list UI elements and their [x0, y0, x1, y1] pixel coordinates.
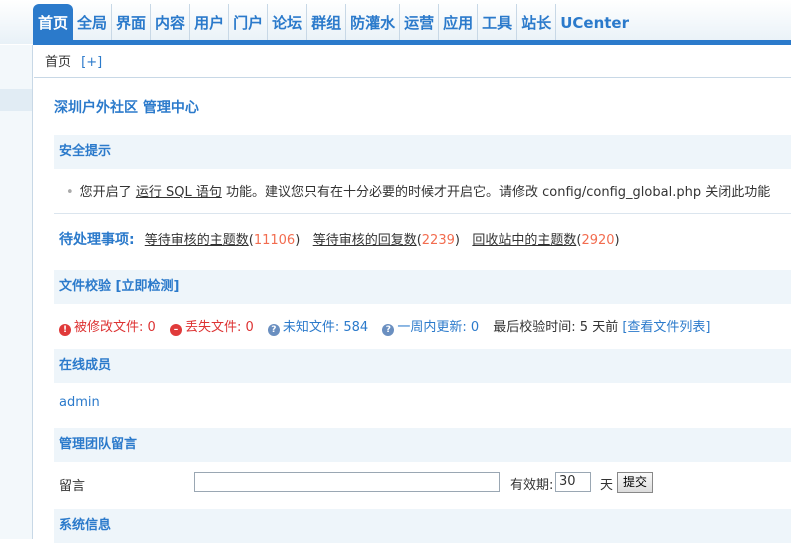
unknown-files[interactable]: ?未知文件: 584: [268, 320, 368, 335]
security-title: 安全提示: [59, 144, 111, 159]
nav-operation[interactable]: 运营: [400, 4, 439, 40]
nav-ucenter[interactable]: UCenter: [556, 4, 633, 40]
missing-files[interactable]: –丢失文件: 0: [170, 320, 254, 335]
todo-row: 待处理事项: 等待审核的主题数(11106) 等待审核的回复数(2239) 回收…: [54, 229, 791, 249]
system-info-section-header: 系统信息: [54, 509, 791, 543]
add-shortcut-button[interactable]: [+]: [81, 55, 102, 70]
security-tip: • 您开启了 运行 SQL 语句 功能。建议您只有在十分必要的时候才开启它。请修改…: [54, 181, 791, 200]
week-updated-files[interactable]: ?一周内更新: 0: [382, 320, 479, 335]
online-section-header: 在线成员: [54, 349, 791, 383]
team-message-section-header: 管理团队留言: [54, 428, 791, 462]
nav-home[interactable]: 首页: [33, 4, 73, 40]
filecheck-section-header: 文件校验 [立即检测]: [54, 270, 791, 304]
submit-button[interactable]: 提交: [617, 472, 653, 493]
todo-label: 待处理事项:: [59, 232, 135, 248]
security-text-before: 您开启了: [80, 185, 132, 200]
todo-pending-threads-link[interactable]: 等待审核的主题数: [145, 233, 249, 248]
check-now-link[interactable]: [立即检测]: [116, 279, 180, 294]
days-unit-label: 天: [600, 474, 613, 493]
online-title: 在线成员: [59, 358, 111, 373]
view-file-list-link[interactable]: [查看文件列表]: [622, 320, 710, 335]
nav-group[interactable]: 群组: [307, 4, 346, 40]
modified-files[interactable]: !被修改文件: 0: [59, 320, 156, 335]
todo-pending-replies-link[interactable]: 等待审核的回复数: [313, 233, 417, 248]
sidebar-divider: [32, 45, 33, 539]
divider: [54, 213, 791, 214]
expire-label: 有效期:: [510, 474, 553, 493]
filecheck-title: 文件校验: [59, 279, 111, 294]
security-section-header: 安全提示: [54, 135, 791, 169]
message-label: 留言: [59, 475, 85, 494]
left-sidebar: [0, 45, 33, 539]
nav-founder[interactable]: 站长: [517, 4, 556, 40]
todo-pending-threads-count: 11106: [254, 233, 295, 248]
team-message-form: 留言 有效期: 30 天 提交: [54, 472, 791, 494]
nav-content[interactable]: 内容: [151, 4, 190, 40]
nav-user[interactable]: 用户: [190, 4, 229, 40]
nav-global[interactable]: 全局: [73, 4, 112, 40]
nav-antispam[interactable]: 防灌水: [346, 4, 400, 40]
main-nav: 首页 全局 界面 内容 用户 门户 论坛 群组 防灌水 运营 应用 工具 站长 …: [33, 4, 633, 40]
bullet-icon: •: [66, 185, 74, 200]
run-sql-link[interactable]: 运行 SQL 语句: [136, 185, 222, 200]
todo-recycle-threads-link[interactable]: 回收站中的主题数: [472, 233, 576, 248]
top-header: 首页 全局 界面 内容 用户 门户 论坛 群组 防灌水 运营 应用 工具 站长 …: [0, 0, 791, 44]
system-info-title: 系统信息: [59, 518, 111, 533]
nav-app[interactable]: 应用: [439, 4, 478, 40]
nav-forum[interactable]: 论坛: [268, 4, 307, 40]
member-link[interactable]: admin: [59, 395, 100, 410]
breadcrumb-home[interactable]: 首页: [45, 55, 71, 70]
breadcrumb: 首页 [+]: [34, 45, 791, 78]
team-message-title: 管理团队留言: [59, 437, 137, 452]
expire-days-input[interactable]: 30: [555, 472, 591, 492]
minus-circle-icon: –: [170, 324, 182, 336]
sidebar-active-band[interactable]: [0, 89, 33, 111]
page-title: 深圳户外社区 管理中心: [54, 97, 199, 117]
nav-portal[interactable]: 门户: [229, 4, 268, 40]
todo-pending-replies-count: 2239: [422, 233, 455, 248]
message-input[interactable]: [194, 472, 500, 492]
help-icon: ?: [268, 324, 280, 336]
help-icon: ?: [382, 324, 394, 336]
todo-recycle-threads-count: 2920: [581, 233, 614, 248]
online-members: admin: [54, 395, 791, 410]
error-icon: !: [59, 324, 71, 336]
nav-tools[interactable]: 工具: [478, 4, 517, 40]
last-check-time: 最后校验时间: 5 天前: [493, 320, 618, 335]
main-content: 深圳户外社区 管理中心 安全提示 • 您开启了 运行 SQL 语句 功能。建议您只…: [34, 79, 791, 539]
security-text-after: 功能。建议您只有在十分必要的时候才开启它。请修改 config/config_g…: [226, 185, 770, 200]
nav-style[interactable]: 界面: [112, 4, 151, 40]
filecheck-row: !被修改文件: 0 –丢失文件: 0 ?未知文件: 584 ?一周内更新: 0 …: [54, 316, 791, 336]
